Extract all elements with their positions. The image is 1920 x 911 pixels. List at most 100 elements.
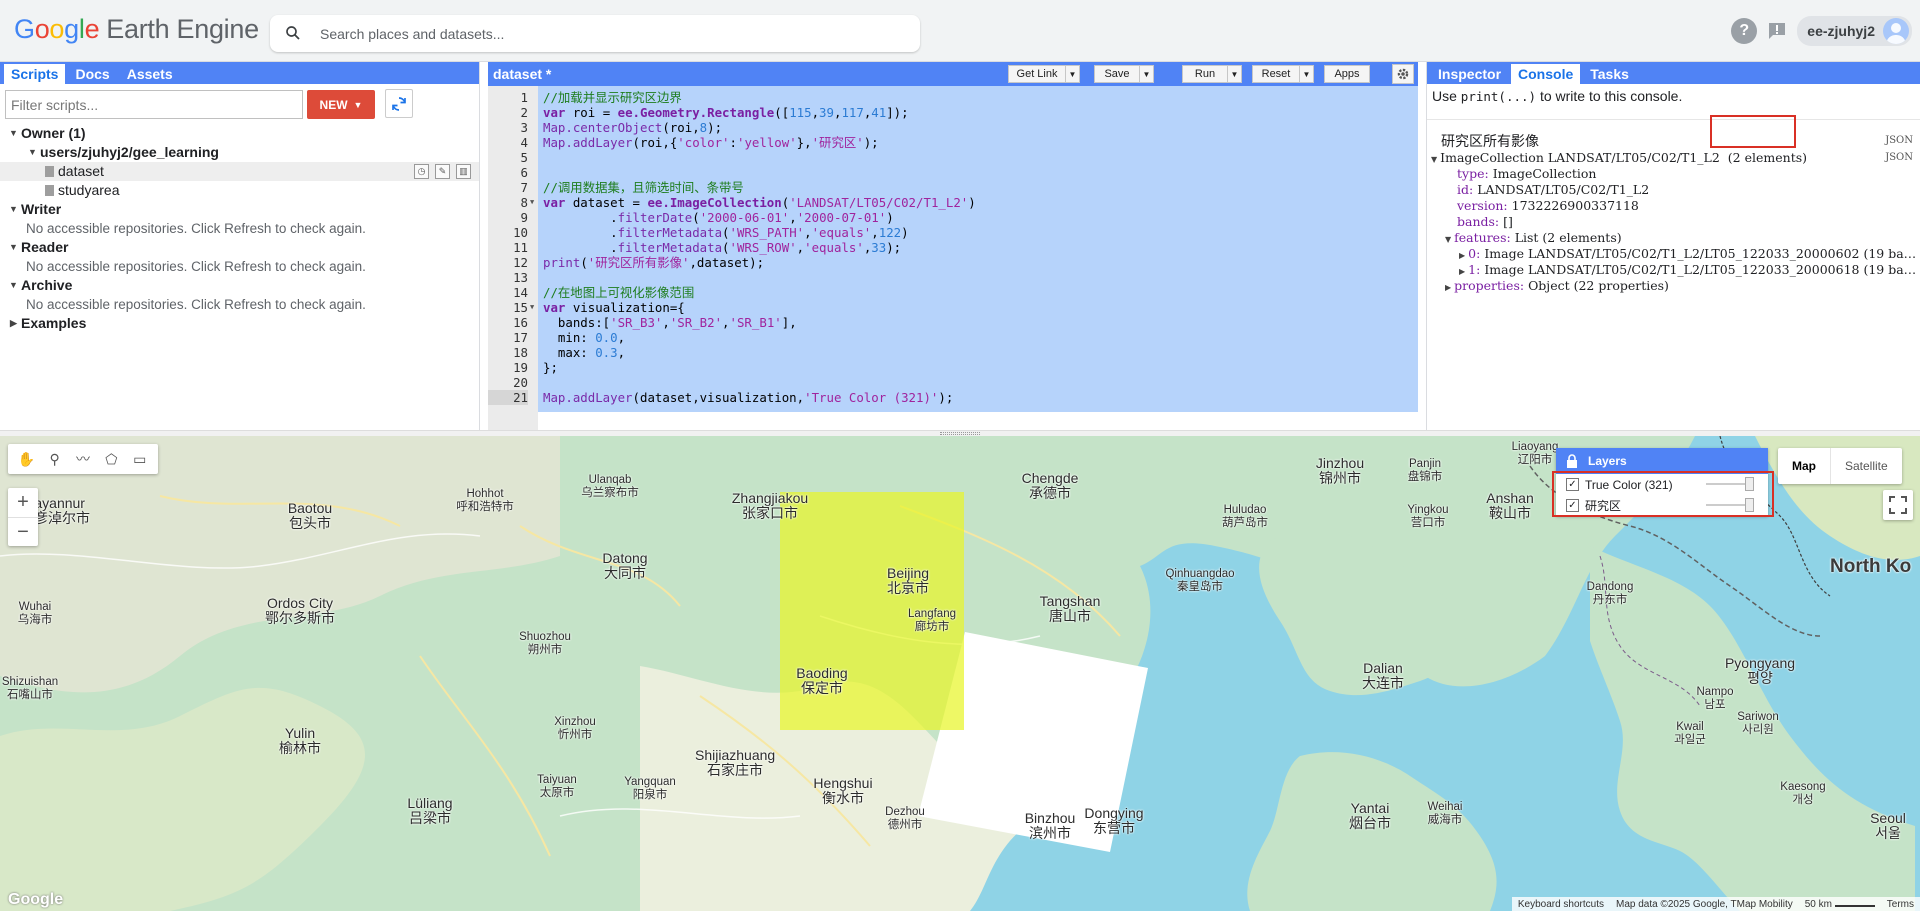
- tree-repo[interactable]: ▼ users/zjuhyj2/gee_learning: [0, 143, 479, 162]
- save-button[interactable]: Save: [1094, 65, 1140, 83]
- drag-handle-icon[interactable]: [940, 432, 980, 435]
- features-row[interactable]: ▼ features: List (2 elements): [1427, 230, 1920, 246]
- keyboard-shortcuts-link[interactable]: Keyboard shortcuts: [1518, 899, 1604, 910]
- reset-button[interactable]: Reset: [1252, 65, 1300, 83]
- code-line[interactable]: 19};: [488, 360, 1418, 375]
- line-number: 2: [520, 105, 528, 120]
- tree-owner[interactable]: ▼ Owner (1): [0, 124, 479, 143]
- top-right-controls: ? ee-zjuhyj2: [1731, 16, 1912, 46]
- code-text: .filterDate('2000-06-01','2000-07-01'): [543, 210, 894, 225]
- code-token: Map.addLayer: [543, 390, 633, 405]
- tree-writer[interactable]: ▼ Writer: [0, 200, 479, 219]
- code-line[interactable]: 21 Map.addLayer(dataset,visualization,'Tr…: [488, 390, 1418, 405]
- code-line[interactable]: 2 var roi = ee.Geometry.Rectangle([115,39…: [488, 105, 1418, 120]
- fold-arrow-icon[interactable]: ▼: [530, 195, 534, 210]
- run-dropdown-icon[interactable]: ▼: [1228, 65, 1242, 83]
- place-local-name: 保定市: [801, 680, 843, 696]
- right-tab-inspector[interactable]: Inspector: [1431, 64, 1508, 84]
- left-tab-assets[interactable]: Assets: [120, 64, 180, 84]
- code-line[interactable]: 17 min: 0.0,: [488, 330, 1418, 345]
- zoom-in-button[interactable]: +: [8, 488, 38, 517]
- code-line[interactable]: 3 Map.centerObject(roi,8);: [488, 120, 1418, 135]
- code-token: 'equals': [811, 225, 872, 240]
- feature-item-row[interactable]: ▶ 0: Image LANDSAT/LT05/C02/T1_L2/LT05_122…: [1427, 246, 1920, 262]
- add-marker-icon[interactable]: ⚲: [43, 448, 67, 470]
- code-line[interactable]: 11 .filterMetadata('WRS_ROW','equals',33…: [488, 240, 1418, 255]
- gear-icon[interactable]: [1392, 64, 1414, 84]
- code-line[interactable]: 20: [488, 375, 1418, 390]
- map-type-satellite[interactable]: Satellite: [1830, 448, 1902, 484]
- code-token: (: [722, 240, 730, 255]
- code-line[interactable]: 4 Map.addLayer(roi,{'color':'yellow'},'研究…: [488, 135, 1418, 150]
- code-line[interactable]: 7 //调用数据集，且筛选时间、条带号: [488, 180, 1418, 195]
- code-area[interactable]: 1 //加载并显示研究区边界 2 var roi = ee.Geometry.Rect…: [488, 86, 1418, 430]
- json-button[interactable]: JSON: [1885, 132, 1913, 150]
- draw-polygon-icon[interactable]: ⬠: [99, 448, 123, 470]
- edit-icon[interactable]: ✎: [435, 164, 450, 179]
- tree-empty-message: No accessible repositories. Click Refres…: [26, 297, 366, 312]
- map-type-map[interactable]: Map: [1778, 448, 1830, 484]
- code-token: bands:[: [543, 315, 611, 330]
- map-view[interactable]: Bayannur 巴彦淖尔市 Baotou 包头市 Hohhot 呼和浩特市 Ulanqab…: [0, 436, 1920, 911]
- search-input[interactable]: [320, 15, 910, 52]
- code-line[interactable]: 16 bands:['SR_B3','SR_B2','SR_B1'],: [488, 315, 1418, 330]
- code-line[interactable]: 9 .filterDate('2000-06-01','2000-07-01'): [488, 210, 1418, 225]
- refresh-button[interactable]: [385, 89, 413, 118]
- json-button[interactable]: JSON: [1885, 150, 1913, 166]
- tree-archive[interactable]: ▼ Archive: [0, 276, 479, 295]
- zoom-out-button[interactable]: −: [8, 517, 38, 546]
- earth-engine-logo[interactable]: Google Earth Engine: [14, 14, 259, 45]
- tree-file-studyarea[interactable]: studyarea: [0, 181, 479, 200]
- code-line[interactable]: 10 .filterMetadata('WRS_PATH','equals',1…: [488, 225, 1418, 240]
- place-name: Nampo: [1696, 686, 1734, 698]
- run-button[interactable]: Run: [1182, 65, 1228, 83]
- tree-reader[interactable]: ▼ Reader: [0, 238, 479, 257]
- caret-down-icon: ▼: [353, 99, 363, 110]
- code-line[interactable]: 15 ▼ var visualization={: [488, 300, 1418, 315]
- filter-scripts-input[interactable]: [5, 90, 303, 119]
- get-link-dropdown-icon[interactable]: ▼: [1066, 65, 1080, 83]
- get-link-button[interactable]: Get Link: [1008, 65, 1066, 83]
- code-line[interactable]: 14 //在地图上可视化影像范围: [488, 285, 1418, 300]
- code-lines[interactable]: 1 //加载并显示研究区边界 2 var roi = ee.Geometry.Rect…: [488, 90, 1418, 405]
- code-token: ,: [804, 225, 812, 240]
- code-line[interactable]: 8 ▼ var dataset = ee.ImageCollection('LAND…: [488, 195, 1418, 210]
- properties-row[interactable]: ▶ properties: Object (22 properties): [1427, 278, 1920, 294]
- user-account-button[interactable]: ee-zjuhyj2: [1797, 16, 1912, 46]
- left-tab-docs[interactable]: Docs: [68, 64, 116, 84]
- code-line[interactable]: 18 max: 0.3,: [488, 345, 1418, 360]
- draw-rectangle-icon[interactable]: ▭: [128, 448, 152, 470]
- lock-icon[interactable]: [1566, 454, 1578, 468]
- fold-arrow-icon[interactable]: ▼: [530, 300, 534, 315]
- save-dropdown-icon[interactable]: ▼: [1140, 65, 1154, 83]
- pan-hand-icon[interactable]: ✋: [14, 448, 38, 470]
- code-line[interactable]: 1 //加载并显示研究区边界: [488, 90, 1418, 105]
- place-name: Weihai: [1427, 801, 1463, 813]
- feedback-icon[interactable]: [1765, 20, 1789, 42]
- collection-row[interactable]: ▼ ImageCollection LANDSAT/LT05/C02/T1_L2 …: [1427, 150, 1920, 166]
- place-local-name: 鞍山市: [1489, 505, 1531, 521]
- fullscreen-icon[interactable]: [1883, 490, 1913, 520]
- code-line[interactable]: 6: [488, 165, 1418, 180]
- right-tab-console[interactable]: Console: [1511, 64, 1581, 84]
- terms-link[interactable]: Terms: [1887, 899, 1914, 910]
- help-icon[interactable]: ?: [1731, 18, 1758, 44]
- code-token: //在地图上可视化影像范围: [543, 285, 695, 300]
- new-script-button[interactable]: NEW ▼: [307, 90, 375, 119]
- file-row-actions: ◷ ✎ ▥: [414, 164, 471, 179]
- reset-dropdown-icon[interactable]: ▼: [1300, 65, 1314, 83]
- search-box[interactable]: [270, 15, 920, 52]
- code-line[interactable]: 13: [488, 270, 1418, 285]
- right-tab-tasks[interactable]: Tasks: [1583, 64, 1636, 84]
- apps-button[interactable]: Apps: [1324, 65, 1370, 83]
- place-label: Huludao 葫芦岛市: [1205, 504, 1285, 530]
- code-line[interactable]: 12 print('研究区所有影像',dataset);: [488, 255, 1418, 270]
- tree-file-dataset[interactable]: dataset ◷ ✎ ▥: [0, 162, 479, 181]
- delete-icon[interactable]: ▥: [456, 164, 471, 179]
- tree-examples[interactable]: ▶ Examples: [0, 314, 479, 333]
- code-line[interactable]: 5: [488, 150, 1418, 165]
- left-tab-scripts[interactable]: Scripts: [4, 64, 66, 84]
- feature-item-row[interactable]: ▶ 1: Image LANDSAT/LT05/C02/T1_L2/LT05_122…: [1427, 262, 1920, 278]
- history-icon[interactable]: ◷: [414, 164, 429, 179]
- draw-line-icon[interactable]: 〰: [71, 448, 95, 470]
